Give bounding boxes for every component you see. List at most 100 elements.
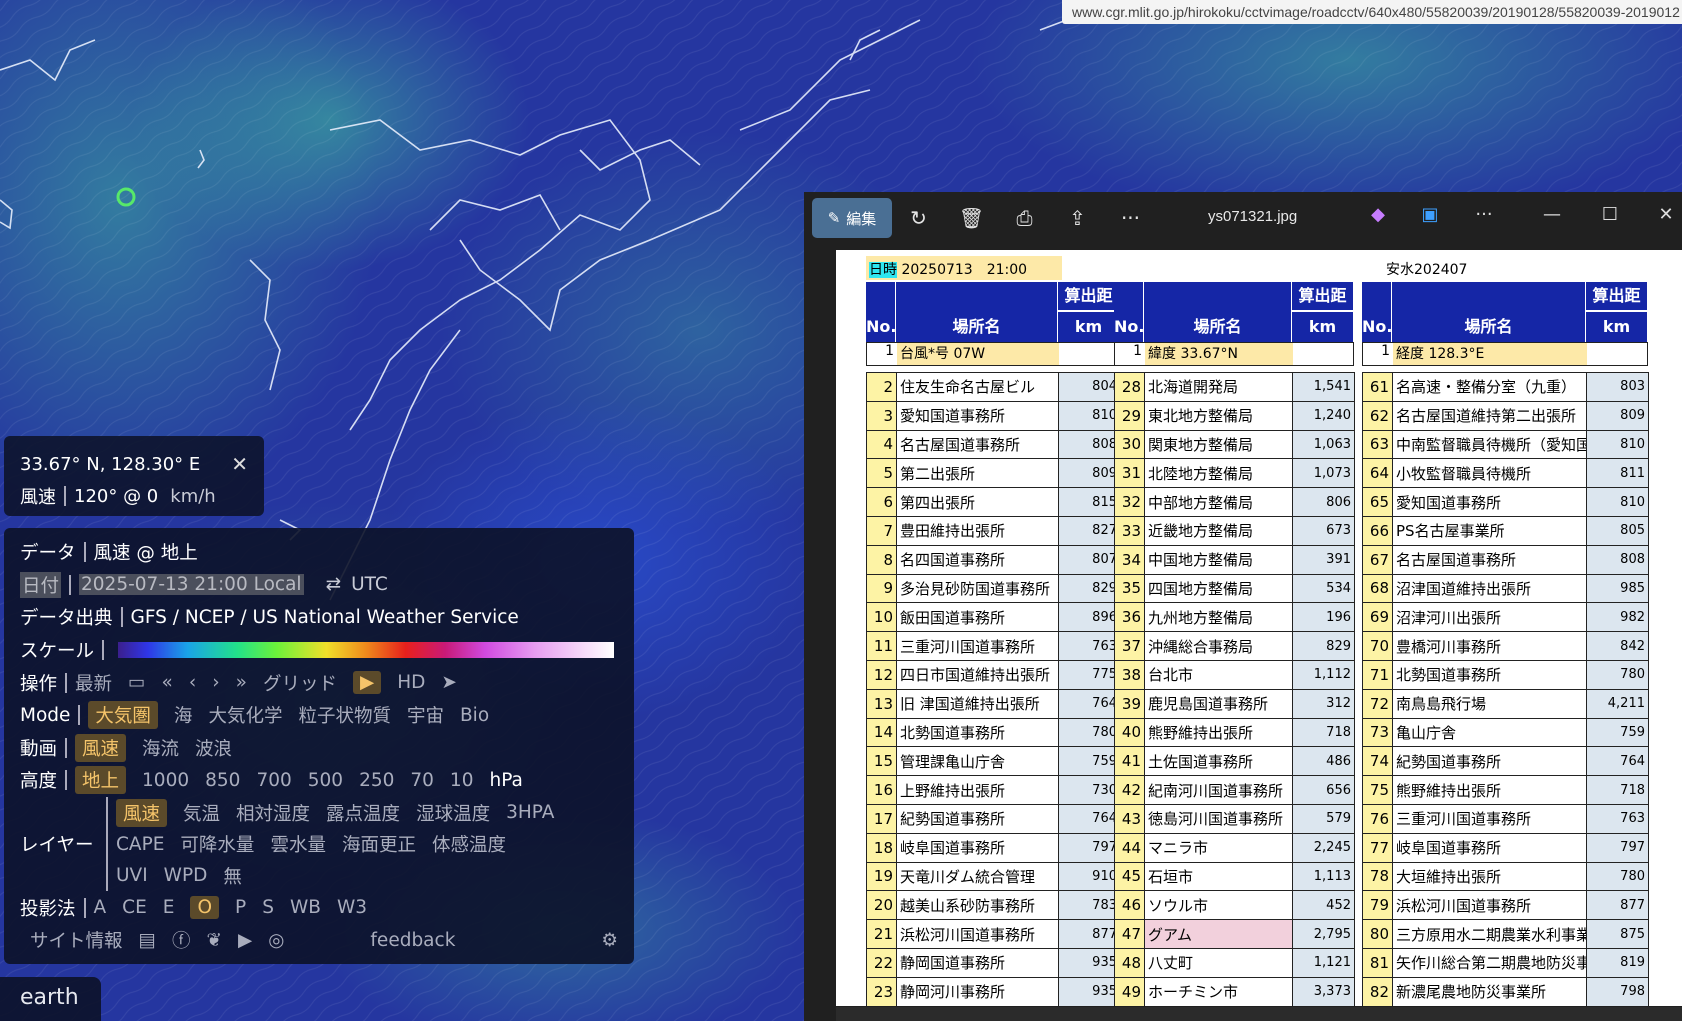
row-number: 33 <box>1114 515 1145 546</box>
layer-none[interactable]: 無 <box>223 863 242 889</box>
layer-uvi[interactable]: UVI <box>116 865 148 886</box>
table-row: 45 石垣市 1,113 <box>1114 861 1355 892</box>
row-number: 71 <box>1362 659 1393 690</box>
place-name: 三重河川国道事務所 <box>896 631 1059 661</box>
mode-space[interactable]: 宇宙 <box>407 702 444 728</box>
anim-waves[interactable]: 波浪 <box>195 735 232 761</box>
forward-fast-icon[interactable]: » <box>236 672 247 693</box>
back-fast-icon[interactable]: « <box>162 672 173 693</box>
minimize-icon[interactable]: — <box>1532 204 1572 225</box>
browser-url-bar[interactable]: www.cgr.mlit.go.jp/hirokoku/cctvimage/ro… <box>1062 0 1682 24</box>
height-surface[interactable]: 地上 <box>75 766 127 795</box>
row-number: 43 <box>1114 803 1145 834</box>
horizontal-scrollbar[interactable] <box>836 1007 1682 1021</box>
color-scale-bar[interactable] <box>118 642 615 659</box>
proj-o[interactable]: O <box>190 896 220 920</box>
news-icon[interactable]: ▤ <box>139 930 156 951</box>
copilot-icon[interactable]: ◆ <box>1358 204 1398 225</box>
place-name: 豊橋河川事務所 <box>1392 631 1587 661</box>
anim-wind[interactable]: 風速 <box>75 733 127 762</box>
anim-currents[interactable]: 海流 <box>142 735 179 761</box>
separator <box>102 640 105 661</box>
height-250[interactable]: 250 <box>359 770 394 791</box>
print-icon[interactable]: ⎙ <box>998 198 1051 238</box>
toggle-utc-icon[interactable]: ⇄ <box>326 574 342 595</box>
maximize-icon[interactable]: ☐ <box>1590 204 1630 225</box>
youtube-icon[interactable]: ▶ <box>238 930 252 951</box>
height-70[interactable]: 70 <box>410 770 434 791</box>
layer-mslp[interactable]: 海面更正 <box>342 831 416 857</box>
locate-icon[interactable]: ➤ <box>441 672 457 693</box>
height-700[interactable]: 700 <box>256 770 291 791</box>
designer-icon[interactable]: ▣ <box>1410 204 1450 225</box>
layer-tcw[interactable]: 雲水量 <box>270 831 326 857</box>
row-number: 61 <box>1362 372 1393 402</box>
distance-km: 1,112 <box>1292 659 1355 690</box>
layer-wetbulb[interactable]: 湿球温度 <box>416 800 490 826</box>
back-icon[interactable]: ‹ <box>189 672 196 693</box>
row-number: 35 <box>1114 573 1145 604</box>
height-1000[interactable]: 1000 <box>142 770 189 791</box>
mode-chem[interactable]: 大気化学 <box>208 702 282 728</box>
spot-unit[interactable]: km/h <box>170 486 215 507</box>
distance-km: 579 <box>1292 803 1355 834</box>
gear-icon[interactable]: ⚙ <box>601 930 618 951</box>
table-row: 23 静岡河川事務所 935 <box>866 976 1121 1006</box>
height-10[interactable]: 10 <box>450 770 474 791</box>
proj-s[interactable]: S <box>262 897 274 918</box>
layer-tpw[interactable]: 可降水量 <box>180 831 254 857</box>
place-name: 小牧監督職員待機所 <box>1392 458 1587 489</box>
proj-e[interactable]: E <box>163 897 175 918</box>
distance-km: 896 <box>1058 602 1121 633</box>
proj-wb[interactable]: WB <box>290 897 321 918</box>
date-value[interactable]: 2025-07-13 21:00 Local <box>79 574 304 596</box>
utc-toggle[interactable]: UTC <box>351 574 388 595</box>
rotate-icon[interactable]: ↻ <box>892 198 945 238</box>
table-row: 48 八丈町 1,121 <box>1114 947 1355 978</box>
layer-rh[interactable]: 相対湿度 <box>236 800 310 826</box>
row-number: 29 <box>1114 400 1145 431</box>
height-500[interactable]: 500 <box>308 770 343 791</box>
mode-ocean[interactable]: 海 <box>174 702 193 728</box>
instagram-icon[interactable]: ◎ <box>268 930 284 951</box>
layer-wind[interactable]: 風速 <box>116 798 168 827</box>
proj-p[interactable]: P <box>235 897 246 918</box>
layer-wpd[interactable]: WPD <box>164 865 208 886</box>
proj-w3[interactable]: W3 <box>337 897 367 918</box>
mode-particulates[interactable]: 粒子状物質 <box>298 702 391 728</box>
grid-toggle[interactable]: グリッド <box>263 670 337 696</box>
viewer-more-icon[interactable]: ··· <box>1464 204 1504 225</box>
layer-temp[interactable]: 気温 <box>183 800 220 826</box>
share-icon[interactable]: ⇪ <box>1051 198 1104 238</box>
row-number: 21 <box>866 919 897 949</box>
layer-dewpoint[interactable]: 露点温度 <box>326 800 400 826</box>
proj-ce[interactable]: CE <box>122 897 147 918</box>
about-link[interactable]: サイト情報 <box>30 927 123 953</box>
layer-cape[interactable]: CAPE <box>116 834 164 855</box>
more-icon[interactable]: ··· <box>1104 198 1157 238</box>
close-window-icon[interactable]: ✕ <box>1646 204 1682 225</box>
forward-icon[interactable]: › <box>212 672 219 693</box>
latest-button[interactable]: 最新 <box>75 670 112 696</box>
mode-bio[interactable]: Bio <box>460 705 489 726</box>
bluesky-icon[interactable]: ❦ <box>207 930 223 951</box>
layer-misery[interactable]: 体感温度 <box>432 831 506 857</box>
calendar-icon[interactable]: ▭ <box>128 672 145 693</box>
delete-icon[interactable]: 🗑 <box>945 198 998 238</box>
hd-toggle[interactable]: HD <box>397 672 425 693</box>
distance-km: 797 <box>1058 832 1121 863</box>
height-850[interactable]: 850 <box>205 770 240 791</box>
feedback-link[interactable]: feedback <box>370 930 455 951</box>
row-number: 22 <box>866 947 897 978</box>
proj-a[interactable]: A <box>94 897 107 918</box>
mode-atmosphere[interactable]: 大気圏 <box>88 701 158 730</box>
facebook-icon[interactable]: ⓕ <box>172 927 191 953</box>
play-icon[interactable]: ▶ <box>353 671 382 695</box>
row-number: 4 <box>866 429 897 460</box>
table-row: 41 土佐国道事務所 486 <box>1114 746 1355 777</box>
earth-menu-toggle[interactable]: earth <box>0 977 101 1021</box>
layer-3hpa[interactable]: 3HPA <box>506 802 554 823</box>
row-number: 9 <box>866 573 897 604</box>
edit-button[interactable]: ✎ 編集 <box>812 198 892 238</box>
close-icon[interactable]: ✕ <box>231 452 248 476</box>
